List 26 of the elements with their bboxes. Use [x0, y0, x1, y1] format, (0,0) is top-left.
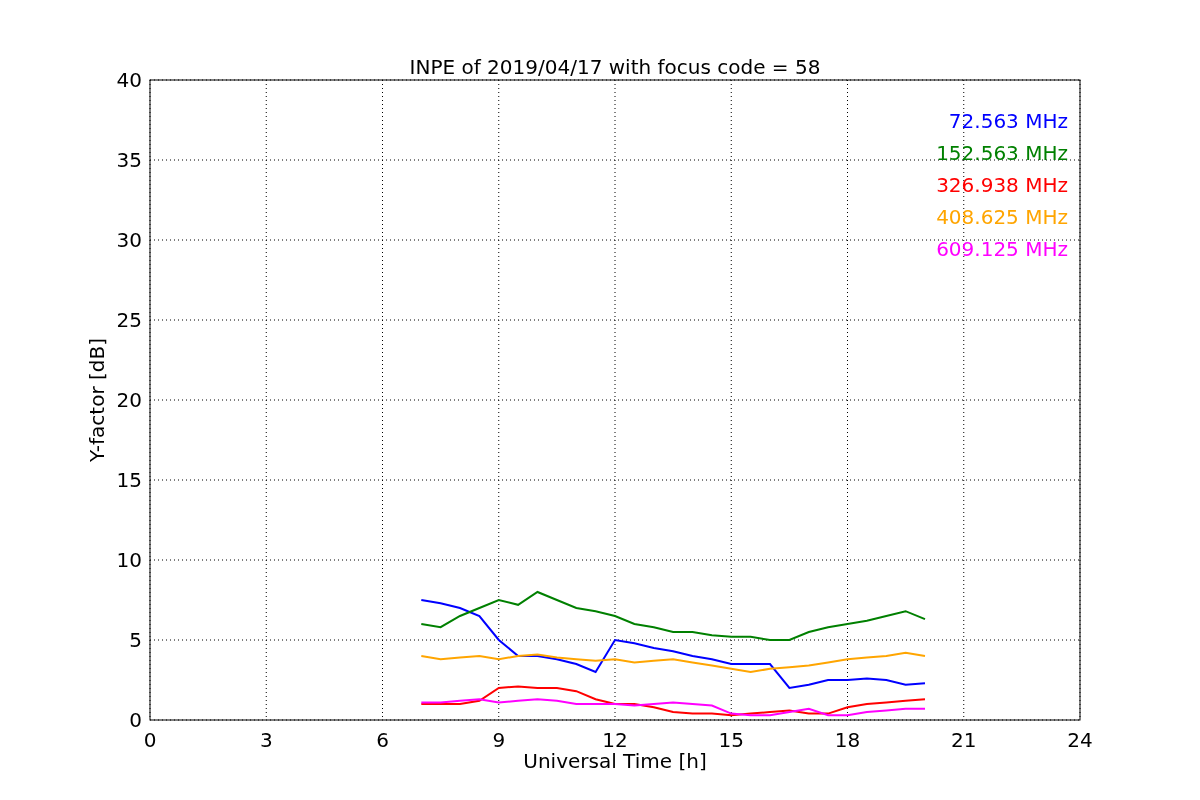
legend-label: 609.125 MHz [936, 237, 1068, 261]
legend-label: 326.938 MHz [936, 173, 1068, 197]
y-axis-label: Y-factor [dB] [85, 338, 109, 462]
tick-label: 35 [116, 148, 142, 172]
x-axis-label: Universal Time [h] [523, 749, 707, 773]
tick-label: 5 [129, 628, 142, 652]
tick-label: 12 [602, 728, 628, 752]
tick-label: 25 [116, 308, 142, 332]
legend-label: 72.563 MHz [948, 109, 1068, 133]
legend-label: 408.625 MHz [936, 205, 1068, 229]
tick-label: 15 [718, 728, 744, 752]
chart-title: INPE of 2019/04/17 with focus code = 58 [409, 55, 821, 79]
tick-label: 6 [376, 728, 389, 752]
tick-label: 15 [116, 468, 142, 492]
tick-label: 30 [116, 228, 142, 252]
tick-label: 9 [492, 728, 506, 752]
tick-label: 3 [259, 728, 273, 752]
tick-label: 21 [951, 728, 977, 752]
tick-label: 24 [1067, 728, 1093, 752]
tick-label: 10 [116, 548, 142, 572]
tick-label: 0 [129, 708, 142, 732]
legend-label: 152.563 MHz [936, 141, 1068, 165]
tick-label: 18 [834, 728, 861, 752]
tick-label: 20 [116, 388, 142, 412]
tick-label: 0 [143, 728, 157, 752]
tick-label: 40 [116, 68, 142, 92]
